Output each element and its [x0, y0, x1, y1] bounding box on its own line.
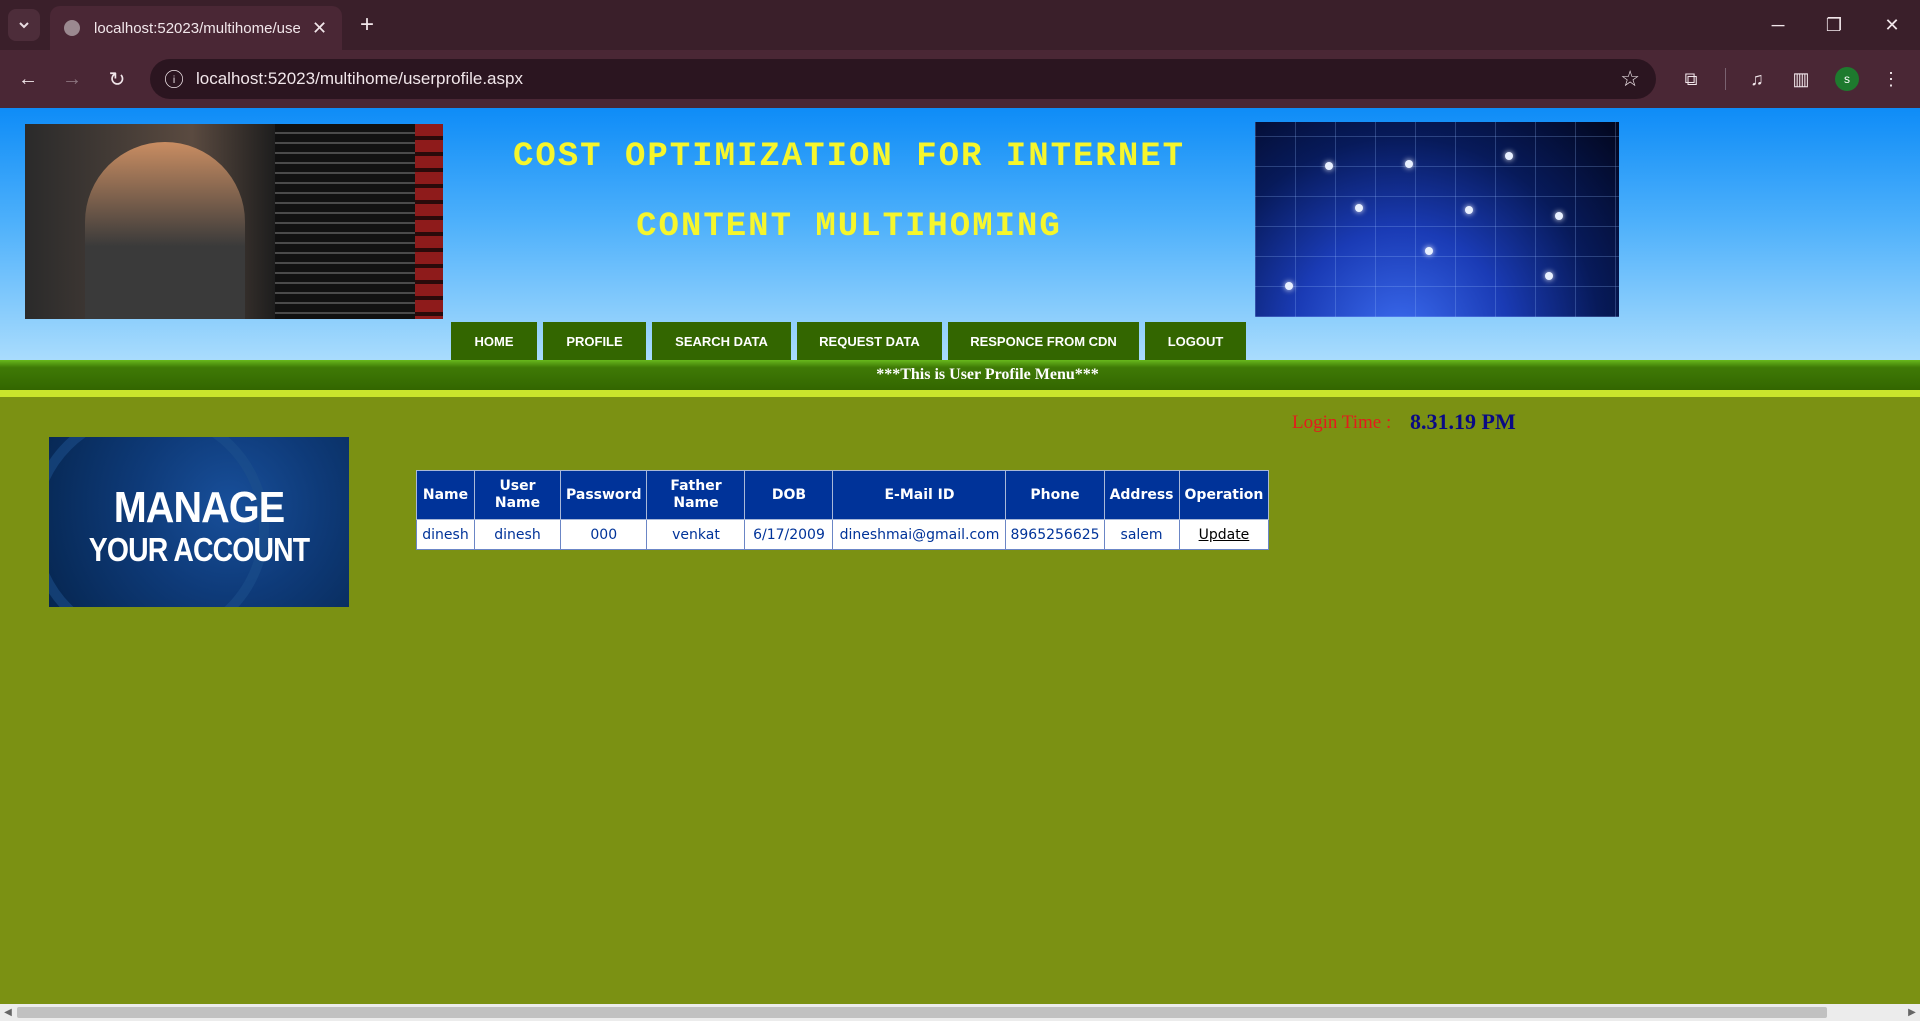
tab-title: localhost:52023/multihome/userprofile.as… — [94, 19, 300, 37]
login-time-value: 8.31.19 PM — [1410, 409, 1516, 434]
site-info-icon[interactable]: i — [165, 70, 183, 88]
profile-avatar[interactable]: s — [1835, 67, 1859, 91]
cell-email: dineshmai@gmail.com — [832, 519, 1007, 550]
cell-phone: 8965256625 — [1005, 519, 1105, 550]
column-header-phone: Phone — [1005, 470, 1105, 520]
restore-icon[interactable]: ❐ — [1820, 12, 1848, 38]
tab-search-chevron-icon[interactable] — [8, 9, 40, 41]
update-link[interactable]: Update — [1199, 527, 1250, 543]
address-bar[interactable]: i localhost:52023/multihome/userprofile.… — [150, 59, 1656, 99]
menu-kebab-icon[interactable]: ⋮ — [1877, 65, 1905, 93]
manage-banner-line2: YOUR ACCOUNT — [88, 531, 310, 568]
login-time-label: Login Time : — [1292, 412, 1392, 433]
bookmark-star-icon[interactable]: ☆ — [1620, 66, 1640, 92]
extensions-icon[interactable]: ⧉ — [1677, 65, 1705, 93]
new-tab-icon[interactable]: + — [352, 10, 382, 40]
scroll-right-arrow-icon[interactable]: ▶ — [1905, 1005, 1919, 1020]
column-header-operation: Operation — [1178, 470, 1270, 520]
table-row: dinesh dinesh 000 venkat 6/17/2009 dines… — [416, 519, 1270, 550]
sub-menu-caption: ***This is User Profile Menu*** — [876, 366, 1099, 383]
chevron-down-icon — [19, 22, 29, 29]
browser-tab[interactable]: localhost:52023/multihome/userprofile.as… — [50, 6, 342, 50]
horizontal-scrollbar[interactable]: ◀ ▶ — [0, 1004, 1920, 1021]
menu-home[interactable]: HOME — [451, 322, 537, 360]
back-icon[interactable]: ← — [12, 63, 44, 95]
forward-icon[interactable]: → — [56, 63, 88, 95]
browser-toolbar: ← → ↻ i localhost:52023/multihome/userpr… — [0, 50, 1920, 108]
column-header-name: Name — [416, 470, 475, 520]
column-header-user-name: User Name — [474, 470, 561, 520]
site-title-line2: CONTENT MULTIHOMING — [636, 208, 1062, 246]
manage-banner-line1: MANAGE — [113, 483, 286, 532]
scroll-left-arrow-icon[interactable]: ◀ — [1, 1005, 15, 1020]
toolbar-divider — [1725, 68, 1726, 90]
cell-operation: Update — [1178, 519, 1270, 550]
manage-account-banner-image: MANAGE YOUR ACCOUNT — [49, 437, 349, 607]
site-header: COST OPTIMIZATION FOR INTERNET CONTENT M… — [0, 108, 1920, 360]
column-header-address: Address — [1103, 470, 1180, 520]
side-panel-icon[interactable]: ▥ — [1787, 65, 1815, 93]
column-header-dob: DOB — [744, 470, 834, 520]
scrollbar-thumb[interactable] — [17, 1007, 1827, 1018]
column-header-father-name: Father Name — [646, 470, 746, 520]
menu-request-data[interactable]: REQUEST DATA — [797, 322, 942, 360]
reload-icon[interactable]: ↻ — [101, 63, 133, 95]
column-header-email: E-Mail ID — [832, 470, 1007, 520]
cell-name: dinesh — [416, 519, 475, 550]
url-text[interactable]: localhost:52023/multihome/userprofile.as… — [196, 69, 523, 89]
globe-icon — [64, 20, 80, 36]
divider-line — [0, 390, 1920, 397]
cell-password: 000 — [559, 519, 648, 550]
globe-network-banner-image — [1255, 122, 1619, 317]
site-title-line1: COST OPTIMIZATION FOR INTERNET — [512, 138, 1186, 176]
close-window-icon[interactable]: ✕ — [1878, 12, 1906, 38]
technician-banner-image — [25, 124, 443, 319]
column-header-password: Password — [559, 470, 648, 520]
close-tab-icon[interactable]: ✕ — [312, 18, 327, 39]
cell-user-name: dinesh — [474, 519, 561, 550]
media-controls-icon[interactable]: ♫ — [1743, 65, 1771, 93]
menu-search-data[interactable]: SEARCH DATA — [652, 322, 791, 360]
cell-address: salem — [1103, 519, 1180, 550]
browser-tabstrip: localhost:52023/multihome/userprofile.as… — [0, 0, 1920, 50]
user-profile-table: Name User Name Password Father Name DOB … — [416, 470, 1270, 550]
cell-dob: 6/17/2009 — [744, 519, 834, 550]
menu-logout[interactable]: LOGOUT — [1145, 322, 1246, 360]
table-header-row: Name User Name Password Father Name DOB … — [416, 470, 1270, 520]
menu-profile[interactable]: PROFILE — [543, 322, 646, 360]
menu-responce-from-cdn[interactable]: RESPONCE FROM CDN — [948, 322, 1139, 360]
cell-father-name: venkat — [646, 519, 746, 550]
minimize-icon[interactable]: ─ — [1764, 12, 1792, 38]
